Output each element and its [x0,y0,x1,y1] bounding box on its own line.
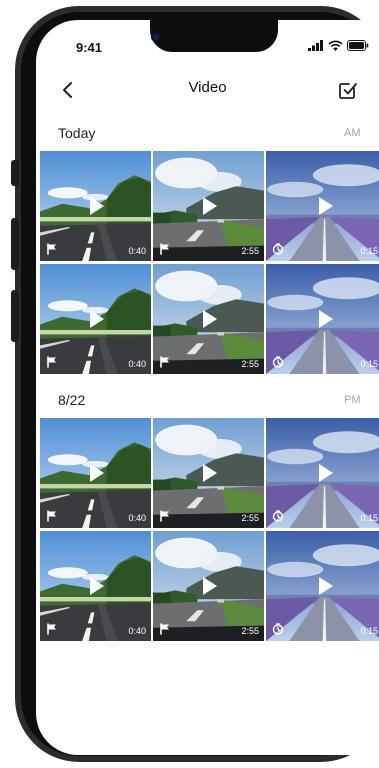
timer-icon [272,623,284,635]
video-thumbnail[interactable]: 2:55 [153,531,264,641]
page-title: Video [188,79,227,96]
video-duration: 0:15 [360,359,378,369]
section-date: 8/22 [58,392,86,408]
flag-icon [47,623,56,635]
flag-icon [160,623,169,635]
section-header: 8/22 PM [36,390,379,414]
video-duration: 0:40 [128,513,146,523]
video-thumbnail[interactable]: 2:55 [153,151,264,261]
flag-icon [160,510,169,522]
select-icon[interactable] [336,78,360,102]
video-thumbnail[interactable]: 0:15 [266,418,379,528]
video-duration: 2:55 [241,626,259,636]
timer-icon [272,356,284,368]
flag-icon [47,510,56,522]
video-duration: 0:40 [128,626,146,636]
video-thumbnail[interactable]: 0:15 [266,151,379,261]
section-period: AM [344,127,361,139]
play-icon [202,197,217,215]
battery-icon [347,40,369,51]
play-icon [89,464,104,482]
video-thumbnail[interactable]: 2:55 [153,418,264,528]
notch [150,20,278,52]
wifi-icon [328,40,343,51]
status-time: 9:41 [76,40,103,55]
play-icon [318,577,333,595]
video-grid: 0:40 2:55 0:15 0:40 2:55 0:15 [40,418,379,641]
video-grid: 0:40 2:55 0:15 0:40 2:55 0:15 [40,151,379,374]
camera [151,32,161,42]
flag-icon [160,356,169,368]
play-icon [318,310,333,328]
section-date: Today [58,125,96,141]
play-icon [202,464,217,482]
video-thumbnail[interactable]: 0:40 [40,264,151,374]
flag-icon [160,243,169,255]
video-thumbnail[interactable]: 0:15 [266,531,379,641]
flag-icon [47,356,56,368]
screen: 9:41 Video Today AM 0:40 2:55 0:15 0:40 … [36,20,379,755]
timer-icon [272,243,284,255]
video-duration: 0:40 [128,359,146,369]
video-duration: 0:15 [360,513,378,523]
video-duration: 0:15 [360,246,378,256]
video-duration: 2:55 [241,359,259,369]
play-icon [202,577,217,595]
play-icon [202,310,217,328]
video-duration: 0:40 [128,246,146,256]
volume-down-button [11,290,19,342]
video-thumbnail[interactable]: 2:55 [153,264,264,374]
volume-up-button [11,218,19,270]
video-duration: 2:55 [241,246,259,256]
play-icon [89,197,104,215]
status-icons [308,40,369,51]
play-icon [89,310,104,328]
video-thumbnail[interactable]: 0:15 [266,264,379,374]
section-header: Today AM [36,123,379,147]
timer-icon [272,510,284,522]
video-thumbnail[interactable]: 0:40 [40,151,151,261]
play-icon [318,464,333,482]
mute-switch [11,160,19,186]
flag-icon [47,243,56,255]
section-period: PM [344,394,361,406]
play-icon [318,197,333,215]
video-duration: 2:55 [241,513,259,523]
nav-bar: Video [36,75,379,105]
video-duration: 0:15 [360,626,378,636]
play-icon [89,577,104,595]
video-thumbnail[interactable]: 0:40 [40,531,151,641]
video-thumbnail[interactable]: 0:40 [40,418,151,528]
signal-icon [308,40,323,51]
